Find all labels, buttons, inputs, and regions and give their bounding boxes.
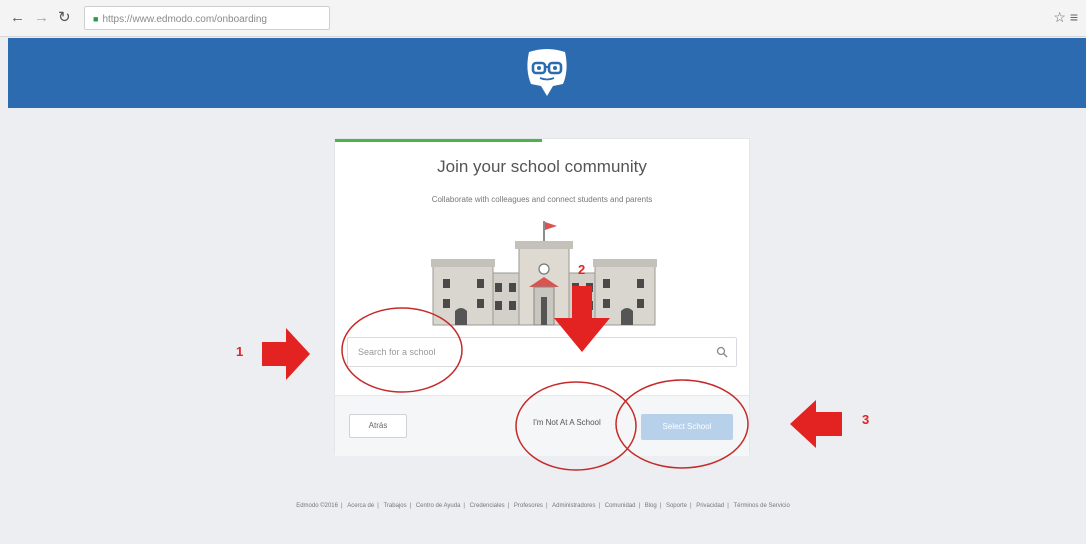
footer-link-blog[interactable]: Blog bbox=[645, 503, 657, 509]
page-footer: Edmodo ©2016 | Acerca de | Trabajos | Centr… bbox=[296, 503, 790, 509]
footer-copyright: Edmodo ©2016 bbox=[296, 503, 338, 509]
footer-link-teachers[interactable]: Profesores bbox=[514, 503, 543, 509]
footer-link-admins[interactable]: Administradores bbox=[552, 503, 595, 509]
annotation-arrow-2 bbox=[554, 286, 610, 352]
annotation-number-3: 3 bbox=[862, 412, 870, 427]
annotation-overlay bbox=[262, 286, 842, 471]
footer-link-help[interactable]: Centro de Ayuda bbox=[416, 503, 461, 509]
annotation-number-2: 2 bbox=[578, 262, 586, 277]
footer-link-credentials[interactable]: Credenciales bbox=[470, 503, 505, 509]
footer-link-community[interactable]: Comunidad bbox=[605, 503, 636, 509]
footer-link-jobs[interactable]: Trabajos bbox=[383, 503, 406, 509]
footer-link-support[interactable]: Soporte bbox=[666, 503, 687, 509]
footer-link-terms[interactable]: Términos de Servicio bbox=[733, 503, 789, 509]
footer-link-privacy[interactable]: Privacidad bbox=[696, 503, 724, 509]
annotation-number-1: 1 bbox=[236, 344, 244, 359]
annotation-arrow-3 bbox=[790, 400, 842, 448]
annotation-arrow-1 bbox=[262, 328, 310, 380]
annotation-circle-search bbox=[341, 307, 463, 393]
annotation-circle-not-school bbox=[515, 381, 637, 471]
footer-link-about[interactable]: Acerca de bbox=[347, 503, 374, 509]
